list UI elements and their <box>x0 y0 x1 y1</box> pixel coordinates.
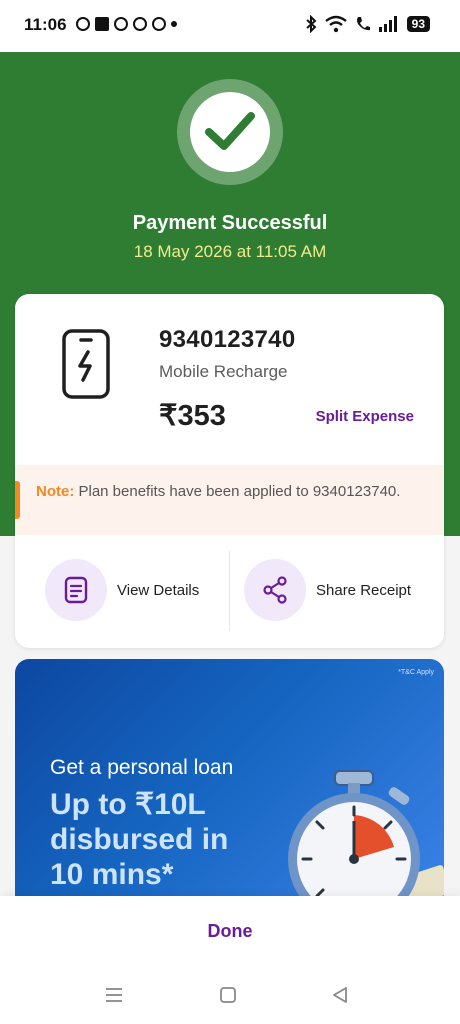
system-icons: 93 <box>305 15 430 33</box>
document-icon <box>64 576 88 604</box>
messenger-icon <box>133 17 147 31</box>
system-navigation-bar <box>0 970 460 1024</box>
share-receipt-button[interactable]: Share Receipt <box>244 559 411 621</box>
view-details-icon-circle <box>45 559 107 621</box>
payment-status-title: Payment Successful <box>132 212 328 234</box>
done-button[interactable]: Done <box>0 921 460 942</box>
banner-headline-line3: 10 mins* <box>50 858 174 891</box>
status-bar: 11:06 93 <box>0 0 460 52</box>
notification-icons <box>76 17 177 31</box>
messenger-icon <box>114 17 128 31</box>
personal-loan-banner[interactable]: *T&C Apply Get a personal loan Up to ₹10… <box>15 659 444 909</box>
signal-icon <box>378 16 397 32</box>
success-badge-inner <box>190 92 270 172</box>
payment-datetime: 18 May 2026 at 11:05 AM <box>133 242 327 261</box>
banner-headline-line2: disbursed in <box>50 823 229 856</box>
note-label: Note: <box>36 483 75 500</box>
mobile-recharge-icon <box>62 329 110 399</box>
banner-headline: Up to ₹10L disbursed in 10 mins* <box>50 787 228 892</box>
receipt-actions: View Details Share Receipt <box>15 549 444 631</box>
note-text: Note: Plan benefits have been applied to… <box>36 481 416 502</box>
success-badge <box>177 79 283 185</box>
share-icon <box>263 576 287 604</box>
wifi-call-icon <box>356 17 370 31</box>
actions-divider <box>229 551 230 631</box>
note-banner: Note: Plan benefits have been applied to… <box>15 465 444 535</box>
chat-icon <box>152 17 166 31</box>
more-notifications-dot <box>171 21 177 27</box>
view-details-label: View Details <box>117 581 200 599</box>
wifi-icon <box>324 15 347 33</box>
split-expense-button[interactable]: Split Expense <box>316 408 414 425</box>
home-nav-icon[interactable] <box>219 986 237 1004</box>
view-details-button[interactable]: View Details <box>45 559 199 621</box>
flipboard-icon <box>95 17 109 31</box>
note-accent-bar <box>15 481 20 519</box>
done-bar: Done <box>0 896 460 970</box>
stopwatch-icon <box>288 770 444 909</box>
transaction-card: 9340123740 Mobile Recharge ₹353 Split Ex… <box>15 294 444 648</box>
status-time: 11:06 <box>24 15 67 34</box>
check-icon <box>205 112 255 150</box>
menu-nav-icon[interactable] <box>105 986 123 1004</box>
whatsapp-icon <box>76 17 90 31</box>
recharge-number: 9340123740 <box>159 326 296 353</box>
back-nav-icon[interactable] <box>331 986 349 1004</box>
banner-subtitle: Get a personal loan <box>50 756 234 779</box>
note-message: Plan benefits have been applied to 93401… <box>74 483 401 500</box>
share-receipt-label: Share Receipt <box>316 581 412 599</box>
bluetooth-icon <box>305 15 317 33</box>
banner-headline-line1: Up to ₹10L <box>50 788 206 821</box>
battery-level: 93 <box>406 16 430 32</box>
terms-note: *T&C Apply <box>398 669 434 676</box>
payment-success-screen: 11:06 93 Payment Successful 18 May 2026 … <box>0 0 460 1024</box>
recharge-category: Mobile Recharge <box>159 362 288 381</box>
share-receipt-icon-circle <box>244 559 306 621</box>
payment-amount: ₹353 <box>159 400 226 432</box>
